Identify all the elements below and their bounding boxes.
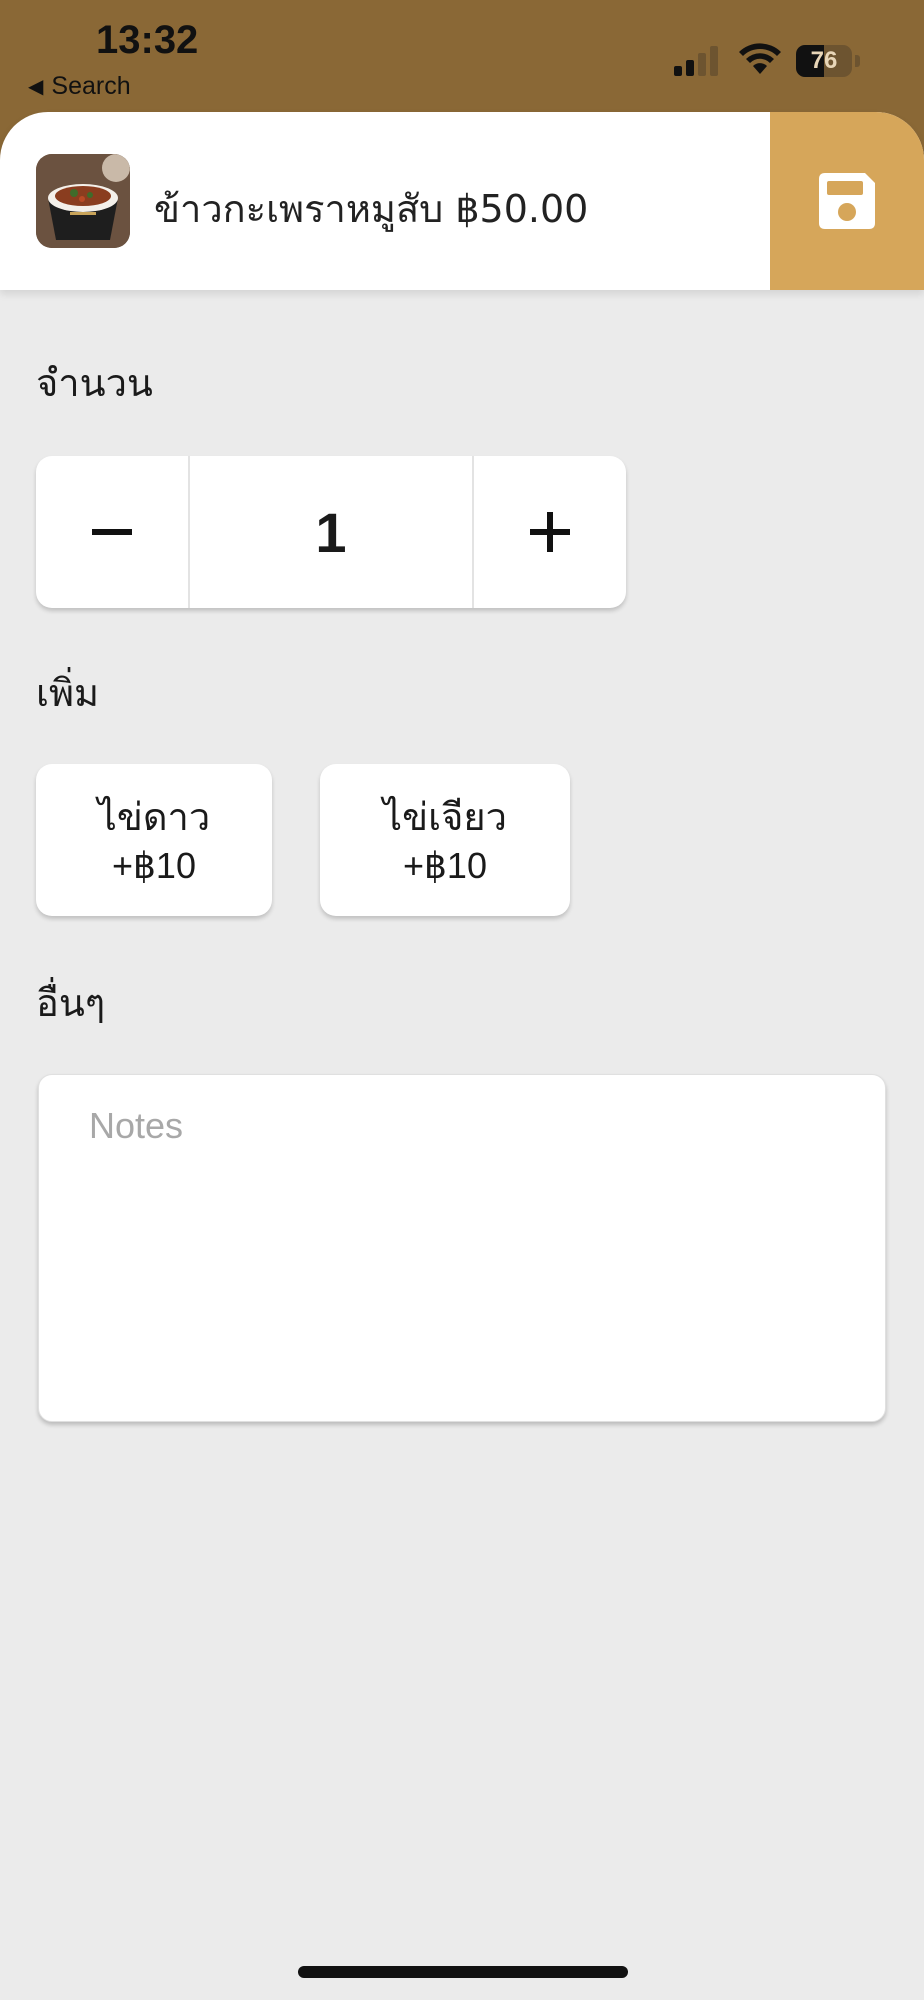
item-header-card: ข้าวกะเพราหมูสับ ฿50.00 <box>0 112 924 290</box>
wifi-icon <box>739 43 781 74</box>
floppy-disk-icon <box>819 173 875 229</box>
addon-name: ไข่เจียว <box>383 795 507 839</box>
addon-fried-egg[interactable]: ไข่ดาว +฿10 <box>36 764 272 916</box>
plus-icon <box>530 512 570 552</box>
addon-omelette[interactable]: ไข่เจียว +฿10 <box>320 764 570 916</box>
quantity-stepper: 1 <box>36 456 626 608</box>
home-indicator <box>298 1966 628 1978</box>
food-thumbnail-image <box>36 154 130 248</box>
quantity-value: 1 <box>315 500 347 564</box>
food-bowl-illustration <box>36 154 130 248</box>
cellular-signal-icon <box>674 44 724 76</box>
battery-icon: 76 <box>796 45 852 77</box>
quantity-label: จำนวน <box>36 361 153 405</box>
notes-input[interactable] <box>38 1074 886 1422</box>
back-triangle-icon: ◀ <box>28 76 44 98</box>
battery-nub <box>855 55 860 67</box>
decrement-button[interactable] <box>36 456 190 608</box>
item-title: ข้าวกะเพราหมูสับ ฿50.00 <box>154 187 589 231</box>
increment-button[interactable] <box>472 456 626 608</box>
addon-price: +฿10 <box>403 845 487 886</box>
addon-name: ไข่ดาว <box>97 795 211 839</box>
other-label: อื่นๆ <box>36 981 106 1025</box>
minus-icon <box>92 529 132 535</box>
addon-price: +฿10 <box>112 845 196 886</box>
addons-label: เพิ่ม <box>36 671 100 715</box>
battery-level: 76 <box>810 47 838 74</box>
status-time: 13:32 <box>96 18 199 62</box>
page: 13:32 ◀ Search 76 ข้าวกะเพราหมูสับ ฿50.0… <box>0 0 924 2000</box>
back-to-search-link[interactable]: ◀ Search <box>28 72 131 101</box>
save-button[interactable] <box>770 112 924 290</box>
back-label: Search <box>51 72 131 100</box>
